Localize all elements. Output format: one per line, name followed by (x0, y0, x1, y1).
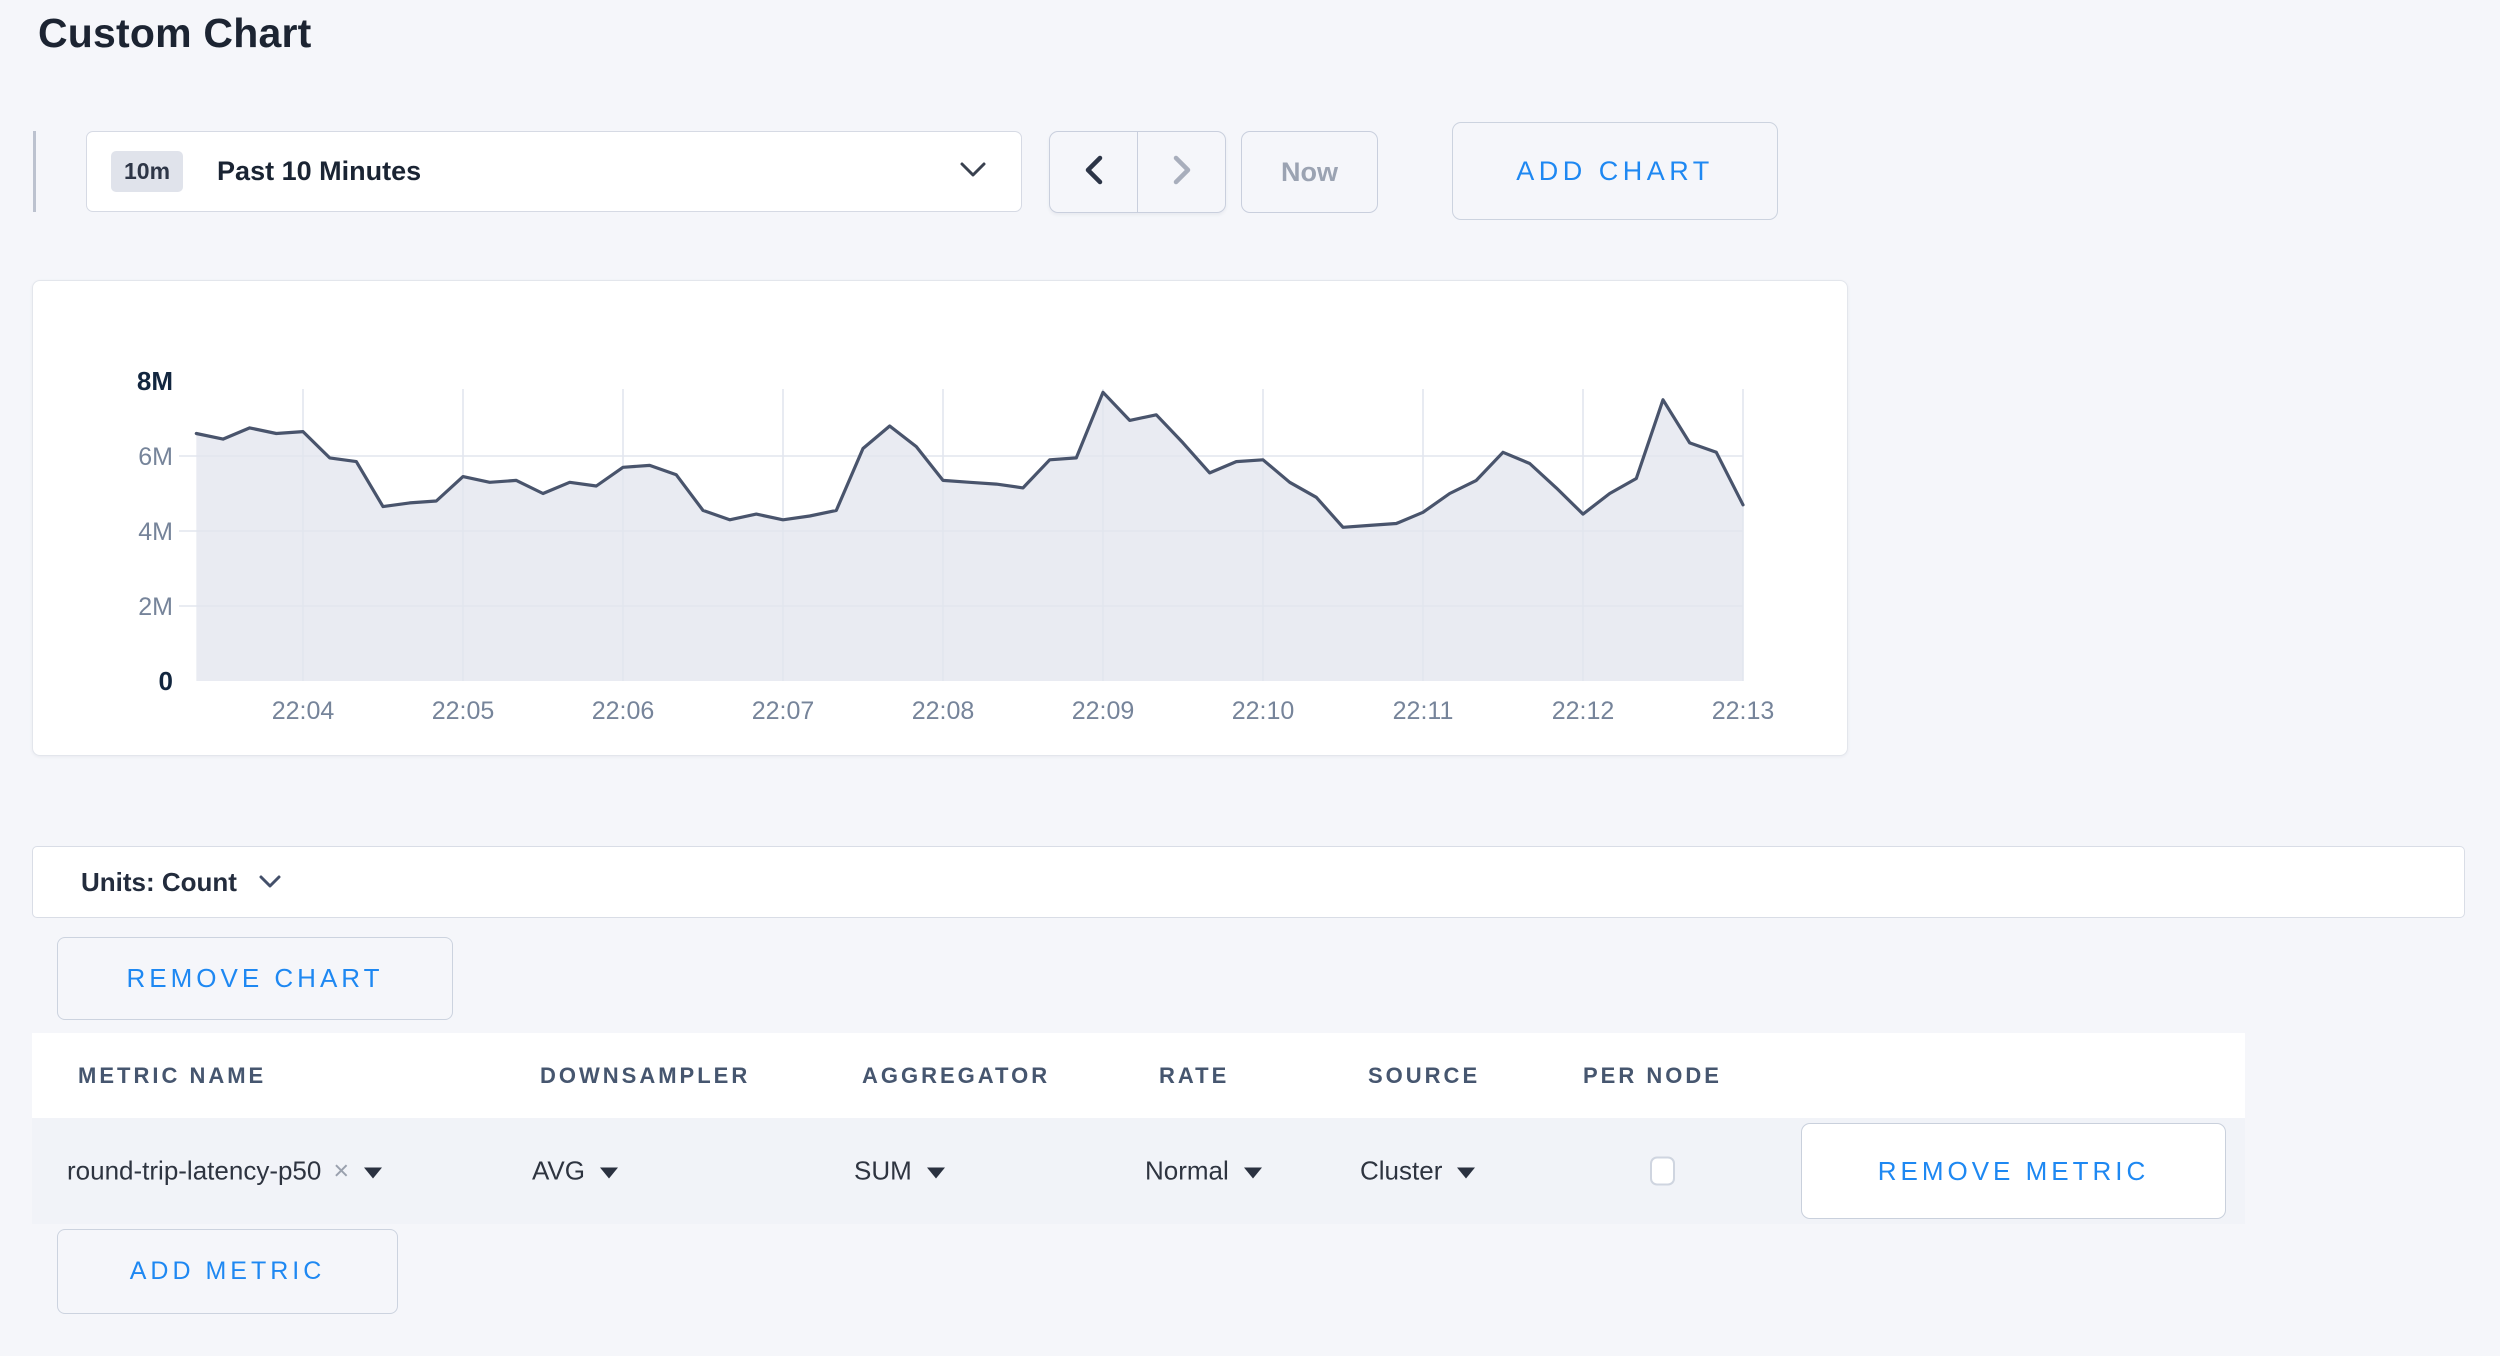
x-axis-tick-label: 22:10 (1232, 697, 1295, 725)
caret-down-icon (927, 1167, 945, 1178)
custom-chart-page: Custom Chart 10m Past 10 Minutes Now ADD… (0, 0, 2500, 1356)
x-axis-tick-label: 22:08 (912, 697, 975, 725)
time-range-badge: 10m (111, 151, 183, 192)
col-header-metric-name: METRIC NAME (78, 1063, 266, 1089)
time-range-dropdown[interactable]: 10m Past 10 Minutes (86, 131, 1022, 212)
shift-backward-button[interactable] (1050, 132, 1138, 212)
aggregator-value: SUM (854, 1156, 912, 1187)
shift-forward-button[interactable] (1138, 132, 1225, 212)
chevron-right-icon (1169, 153, 1195, 192)
source-dropdown[interactable]: Cluster (1360, 1156, 1475, 1187)
add-chart-button[interactable]: ADD CHART (1452, 122, 1778, 220)
metric-row: round-trip-latency-p50 × AVG SUM Normal … (32, 1118, 2245, 1224)
units-label: Units: Count (81, 867, 237, 898)
chevron-down-icon (259, 875, 281, 894)
col-header-aggregator: AGGREGATOR (862, 1063, 1050, 1089)
downsampler-dropdown[interactable]: AVG (532, 1156, 618, 1187)
x-axis-tick-label: 22:12 (1552, 697, 1615, 725)
col-header-per-node: PER NODE (1583, 1063, 1722, 1089)
chart-area-fill (196, 392, 1743, 681)
units-dropdown[interactable]: Units: Count (32, 846, 2465, 918)
chart-card: 22:04 22:05 22:06 22:07 22:08 22:09 22:10 22:11… (32, 280, 1848, 756)
caret-down-icon (1244, 1167, 1262, 1178)
rate-dropdown[interactable]: Normal (1145, 1156, 1262, 1187)
page-title: Custom Chart (38, 10, 311, 57)
remove-chart-button[interactable]: REMOVE CHART (57, 937, 453, 1020)
col-header-source: SOURCE (1368, 1063, 1480, 1089)
metric-name-dropdown[interactable]: round-trip-latency-p50 × (67, 1156, 382, 1187)
y-axis-tick-label: 0 (159, 666, 173, 696)
y-axis-tick-label: 8M (137, 366, 173, 396)
time-shift-group (1049, 131, 1226, 213)
y-axis-tick-label: 2M (138, 593, 173, 621)
caret-down-icon (600, 1167, 618, 1178)
x-axis-tick-label: 22:09 (1072, 697, 1135, 725)
aggregator-dropdown[interactable]: SUM (854, 1156, 945, 1187)
metric-name-value: round-trip-latency-p50 (67, 1156, 321, 1187)
x-axis-tick-label: 22:05 (432, 697, 495, 725)
y-axis-tick-label: 6M (138, 443, 173, 471)
toolbar-accent-rule (33, 131, 36, 212)
metric-table-header: METRIC NAME DOWNSAMPLER AGGREGATOR RATE … (32, 1033, 2245, 1118)
rate-value: Normal (1145, 1156, 1229, 1187)
clear-metric-icon[interactable]: × (333, 1156, 349, 1187)
per-node-checkbox[interactable] (1650, 1157, 1675, 1186)
timeseries-chart[interactable]: 22:04 22:05 22:06 22:07 22:08 22:09 22:10 22:11… (33, 281, 1849, 757)
remove-metric-button[interactable]: REMOVE METRIC (1801, 1123, 2226, 1219)
chevron-left-icon (1081, 153, 1107, 192)
downsampler-value: AVG (532, 1156, 585, 1187)
x-axis-tick-label: 22:13 (1712, 697, 1775, 725)
source-value: Cluster (1360, 1156, 1442, 1187)
time-range-label: Past 10 Minutes (217, 156, 421, 187)
col-header-downsampler: DOWNSAMPLER (540, 1063, 750, 1089)
caret-down-icon (1457, 1167, 1475, 1178)
chevron-down-icon (959, 161, 987, 183)
col-header-rate: RATE (1159, 1063, 1229, 1089)
now-button[interactable]: Now (1241, 131, 1378, 213)
x-axis-tick-label: 22:11 (1393, 697, 1454, 725)
x-axis-tick-label: 22:06 (592, 697, 655, 725)
caret-down-icon (364, 1167, 382, 1178)
y-axis-tick-label: 4M (138, 518, 173, 546)
x-axis-tick-label: 22:07 (752, 697, 815, 725)
x-axis-tick-label: 22:04 (272, 697, 335, 725)
add-metric-button[interactable]: ADD METRIC (57, 1229, 398, 1314)
